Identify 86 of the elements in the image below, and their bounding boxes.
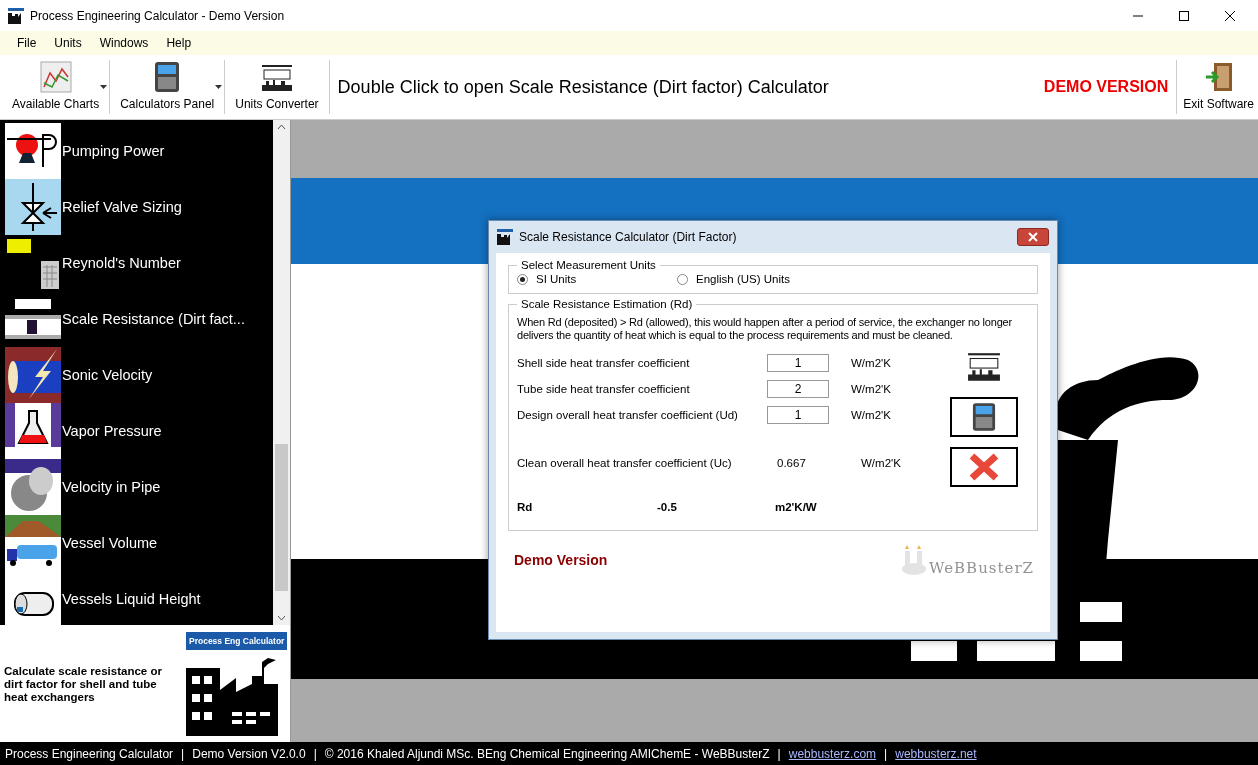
status-text: Demo Version V2.0.0 <box>192 746 306 761</box>
logo-banner: Process Eng Calculator <box>186 632 288 650</box>
truck-icon <box>5 515 61 571</box>
ruler-board-icon <box>260 63 293 93</box>
window-title: Process Engineering Calculator - Demo Version <box>30 8 285 23</box>
input-field[interactable]: 1 <box>767 354 829 372</box>
status-separator: | <box>777 746 781 761</box>
unit-label: m2'K/W <box>775 501 817 513</box>
caret-icon <box>215 85 223 89</box>
status-link[interactable]: webbusterz.com <box>788 746 877 761</box>
pump-icon <box>5 123 61 179</box>
result-label: Rd <box>517 501 534 513</box>
hint-text: Double Click to open Scale Resistance (Dirt factor) Calculator <box>336 76 829 98</box>
calculator-icon <box>154 61 181 93</box>
close-button[interactable] <box>1017 228 1049 246</box>
input-field[interactable]: 1 <box>767 406 829 424</box>
radio-option[interactable]: English (US) Units <box>677 273 837 285</box>
unit-label: W/m2'K <box>851 383 891 395</box>
calculator-list-item[interactable]: Velocity in Pipe <box>5 459 273 515</box>
input-field[interactable]: 2 <box>767 380 829 398</box>
menu-item[interactable]: Units <box>45 36 91 50</box>
menu-item[interactable]: File <box>8 36 46 50</box>
field-label: Clean overall heat transfer coefficient (Uc) <box>517 457 733 469</box>
window-shape <box>1080 602 1122 622</box>
calculator-list-item[interactable]: Sonic Velocity <box>5 347 273 403</box>
lightning-icon <box>5 347 61 403</box>
scroll-thumb[interactable] <box>275 444 288 591</box>
result-value: -0.5 <box>657 501 678 513</box>
window-shape <box>911 641 957 661</box>
ruler-board-icon <box>967 350 1001 384</box>
field-label: Shell side heat transfer coefficient <box>517 357 691 369</box>
candles-icon <box>901 543 927 577</box>
line-chart-icon <box>39 61 72 93</box>
calculator-list-item[interactable]: Relief Valve Sizing <box>5 179 273 235</box>
unit-label: W/m2'K <box>861 457 901 469</box>
cancel-button[interactable] <box>950 447 1018 487</box>
calculate-button[interactable] <box>950 397 1018 437</box>
status-text: Process Engineering Calculator <box>5 746 174 761</box>
valve-icon <box>5 179 61 235</box>
door-arrow-icon <box>1203 61 1234 93</box>
dialog-title: Scale Resistance Calculator (Dirt Factor) <box>519 230 737 244</box>
caret-icon <box>100 85 108 89</box>
status-text: © 2016 Khaled Aljundi MSc. BEng Chemical Engineering AMIChemE - WeBBusterZ <box>324 746 770 761</box>
demo-label: DEMO VERSION <box>1043 78 1170 96</box>
calculator-list-item[interactable]: Scale Resistance (Dirt fact... <box>5 291 273 347</box>
scroll-down-icon[interactable] <box>277 615 286 621</box>
calculator-list-item[interactable]: Pumping Power <box>5 123 273 179</box>
toolbar-button[interactable]: Available Charts <box>4 57 108 117</box>
menu-item[interactable]: Windows <box>90 36 158 50</box>
toolbar-button[interactable]: Calculators Panel <box>112 57 223 117</box>
toolbar-button[interactable]: Units Converter <box>227 57 327 117</box>
status-separator: | <box>313 746 317 761</box>
scrollbar[interactable] <box>273 120 290 625</box>
radio-button[interactable] <box>677 273 688 285</box>
description-text: When Rd (deposited) > Rd (allowed), this would happen after a period of service, the exchanger no longer delivers the quantity of heat which is equal to the process requirements and must be cleaned. <box>517 316 1013 342</box>
cross-icon <box>968 452 1000 482</box>
result-value: 0.667 <box>776 457 807 469</box>
group-legend: Select Measurement Units <box>517 259 660 271</box>
radio-button[interactable] <box>517 273 528 285</box>
calculator-list-item[interactable]: Vessel Volume <box>5 515 273 571</box>
close-icon[interactable] <box>1224 9 1236 22</box>
factory-icon <box>497 229 513 245</box>
status-separator: | <box>884 746 888 761</box>
calculator-list-item[interactable]: Vapor Pressure <box>5 403 273 459</box>
description-text: Calculate scale resistance or dirt factor for shell and tube heat exchangers <box>4 665 163 704</box>
radio-option[interactable]: SI Units <box>517 273 677 285</box>
calculator-list-item[interactable]: Reynold's Number <box>5 235 273 291</box>
exit-button[interactable]: Exit Software <box>1179 57 1258 117</box>
unit-label: W/m2'K <box>851 357 891 369</box>
status-link[interactable]: webbusterz.net <box>895 746 977 761</box>
calculator-list-item[interactable]: Vessels Liquid Height <box>5 571 273 627</box>
calculator-icon <box>972 402 996 432</box>
group-legend: Scale Resistance Estimation (Rd) <box>517 298 697 310</box>
maximize-icon[interactable] <box>1178 9 1190 22</box>
demo-label: Demo Version <box>514 552 608 568</box>
brand-logo: WeBBusterZ <box>929 559 1034 577</box>
field-label: Design overall heat transfer coefficient (Ud) <box>517 409 739 421</box>
menu-item[interactable]: Help <box>157 36 201 50</box>
factory-icon <box>8 7 24 24</box>
scroll-up-icon[interactable] <box>277 124 286 130</box>
field-label: Tube side heat transfer coefficient <box>517 383 691 395</box>
status-separator: | <box>181 746 185 761</box>
unit-label: W/m2'K <box>851 409 891 421</box>
flask-icon <box>5 403 61 459</box>
close-icon <box>1028 232 1038 242</box>
window-shape <box>1080 641 1122 661</box>
